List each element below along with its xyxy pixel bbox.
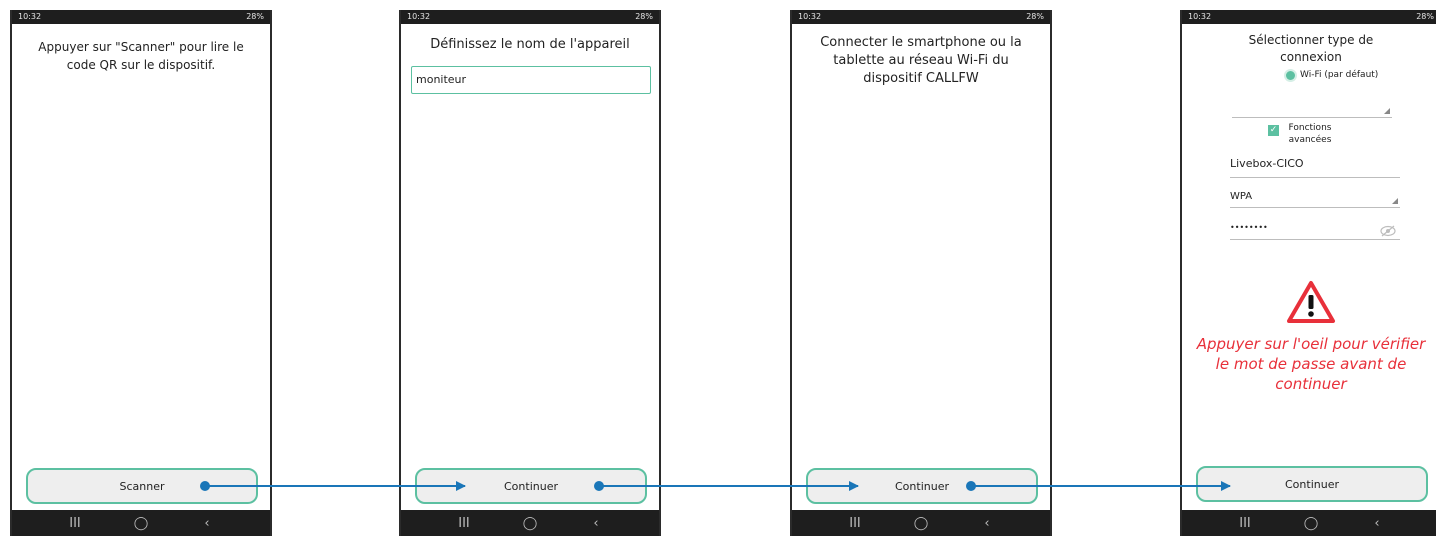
status-bar: 10:32 28% xyxy=(12,10,270,24)
status-bar: 10:32 28% xyxy=(1182,10,1436,24)
device-name-value: moniteur xyxy=(416,73,467,86)
continue-button-label: Continuer xyxy=(1285,477,1339,491)
recents-icon[interactable]: III xyxy=(444,516,484,531)
battery-percent: 28% xyxy=(635,12,653,21)
password-field[interactable]: •••••••• xyxy=(1230,220,1400,240)
status-bar: 10:32 28% xyxy=(792,10,1050,24)
status-icons: 28% xyxy=(635,10,653,24)
continue-button[interactable]: Continuer xyxy=(415,468,647,504)
connection-type-title: Sélectionner type de connexion xyxy=(1248,33,1374,64)
recents-icon[interactable]: III xyxy=(835,516,875,531)
android-nav-bar: III ◯ ‹ xyxy=(12,510,270,536)
wifi-instruction: Connecter le smartphone ou la tablette a… xyxy=(820,35,1022,86)
ssid-field[interactable]: Livebox-CICO xyxy=(1230,154,1400,178)
device-name-title: Définissez le nom de l'appareil xyxy=(430,37,630,52)
android-nav-bar: III ◯ ‹ xyxy=(401,510,659,536)
status-time: 10:32 xyxy=(407,12,431,21)
status-icons: 28% xyxy=(246,10,264,24)
dropdown-arrow-icon xyxy=(1384,108,1390,114)
device-name-field[interactable]: moniteur xyxy=(411,66,651,94)
scanner-button[interactable]: Scanner xyxy=(26,468,258,504)
password-value: •••••••• xyxy=(1230,223,1268,232)
back-icon[interactable]: ‹ xyxy=(576,516,616,531)
battery-percent: 28% xyxy=(246,12,264,21)
connection-select[interactable] xyxy=(1232,104,1392,118)
scanner-button-label: Scanner xyxy=(119,479,165,493)
recents-icon[interactable]: III xyxy=(55,516,95,531)
advanced-functions-label: Fonctions avancées xyxy=(1288,123,1332,145)
security-select[interactable]: WPA xyxy=(1230,190,1400,208)
android-nav-bar: III ◯ ‹ xyxy=(792,510,1050,536)
security-value: WPA xyxy=(1230,191,1253,202)
back-icon[interactable]: ‹ xyxy=(967,516,1007,531)
recents-icon[interactable]: III xyxy=(1225,516,1265,531)
phone-screen-connection-type: 10:32 28% Sélectionner type de connexion… xyxy=(1180,10,1436,536)
android-nav-bar: III ◯ ‹ xyxy=(1182,510,1436,536)
dropdown-arrow-icon xyxy=(1392,198,1398,204)
continue-button-label: Continuer xyxy=(504,479,558,493)
home-icon[interactable]: ◯ xyxy=(1291,516,1331,531)
warning-message: Appuyer sur l'oeil pour vérifier le mot … xyxy=(1196,335,1426,393)
phone-screen-wifi-connect: 10:32 28% Connecter le smartphone ou la … xyxy=(790,10,1052,536)
status-bar: 10:32 28% xyxy=(401,10,659,24)
home-icon[interactable]: ◯ xyxy=(121,516,161,531)
back-icon[interactable]: ‹ xyxy=(187,516,227,531)
status-icons: 28% xyxy=(1026,10,1044,24)
phone-screen-scanner: 10:32 28% Appuyer sur "Scanner" pour lir… xyxy=(10,10,272,536)
password-warning: Appuyer sur l'oeil pour vérifier le mot … xyxy=(1192,280,1430,394)
status-time: 10:32 xyxy=(1188,12,1212,21)
phone-screen-device-name: 10:32 28% Définissez le nom de l'apparei… xyxy=(399,10,661,536)
status-time: 10:32 xyxy=(798,12,822,21)
battery-percent: 28% xyxy=(1416,12,1434,21)
advanced-functions-checkbox[interactable]: ✓ Fonctions avancées xyxy=(1268,122,1337,146)
wifi-radio-option[interactable]: Wi-Fi (par défaut) xyxy=(1286,70,1378,80)
continue-button-label: Continuer xyxy=(895,479,949,493)
status-time: 10:32 xyxy=(18,12,42,21)
warning-triangle-icon xyxy=(1286,280,1336,328)
ssid-value: Livebox-CICO xyxy=(1230,157,1304,170)
scan-instruction: Appuyer sur "Scanner" pour lire le code … xyxy=(38,40,244,72)
radio-selected-icon xyxy=(1286,70,1295,80)
continue-button[interactable]: Continuer xyxy=(1196,466,1428,502)
continue-button[interactable]: Continuer xyxy=(806,468,1038,504)
home-icon[interactable]: ◯ xyxy=(510,516,550,531)
home-icon[interactable]: ◯ xyxy=(901,516,941,531)
battery-percent: 28% xyxy=(1026,12,1044,21)
eye-icon[interactable] xyxy=(1380,222,1396,237)
status-icons: 28% xyxy=(1416,10,1434,24)
checkbox-checked-icon: ✓ xyxy=(1268,125,1279,136)
back-icon[interactable]: ‹ xyxy=(1357,516,1397,531)
wifi-radio-label: Wi-Fi (par défaut) xyxy=(1300,70,1379,80)
